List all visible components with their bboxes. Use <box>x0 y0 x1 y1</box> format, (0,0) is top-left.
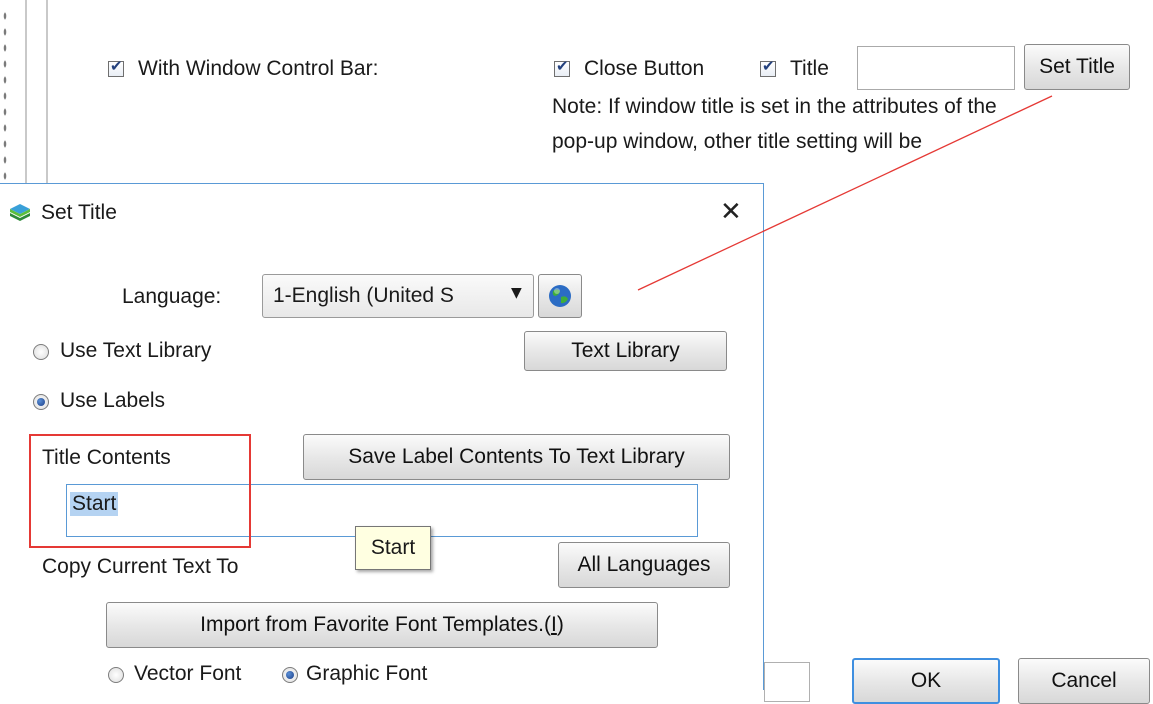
annotation-line <box>637 95 1053 291</box>
annotation-arrow <box>637 95 1053 291</box>
